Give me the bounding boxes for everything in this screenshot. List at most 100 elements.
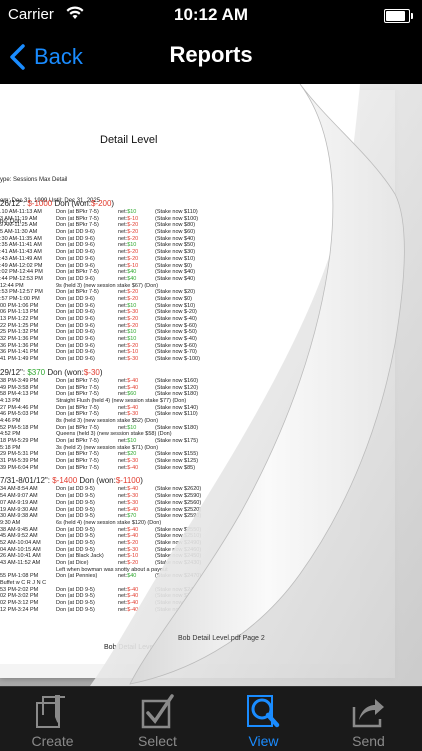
document-title: Detail Level <box>100 134 158 146</box>
net-value: $-40 <box>127 593 139 600</box>
cell-seat: Don (at DD 9-6) <box>56 329 95 336</box>
section-who: Don (won: <box>54 199 91 208</box>
cell-time: 38 PM-3:49 PM <box>0 377 39 384</box>
cell-net: net:$10 <box>118 329 137 336</box>
cell-net: net:$-30 <box>118 546 139 553</box>
cell-net: net:$-20 <box>118 222 139 229</box>
table-row: 4:13 PM Straight Flush (held 4) (new sess… <box>0 398 360 405</box>
cell-net: net:$-40 <box>118 506 139 513</box>
net-value: $10 <box>127 242 137 249</box>
table-row: :30 AM-11:35 AM Don (at DD 9-6) net:$-20 (S… <box>0 236 360 243</box>
net-value: $-20 <box>127 560 139 566</box>
net-value: $-40 <box>127 586 139 593</box>
cell-seat: Don (at DD 9-6) <box>56 316 95 322</box>
net-value: $10 <box>127 302 137 309</box>
table-row: 02 PM-3:12 PM Don (at DD 9-5) net:$-40 (Sta… <box>0 600 360 607</box>
table-row: 29 PM-5:31 PM Don (at BPkr 7-5) net:$20 (St… <box>0 451 360 458</box>
cell-seat: Don (at DD 9-5) <box>56 486 95 493</box>
cell-seat: Don (at BPkr 7-5) <box>56 215 99 222</box>
cell-net: net:$10 <box>118 302 137 309</box>
cell-seat: Don (at DD 9-5) <box>56 593 95 600</box>
net-value: $-40 <box>127 606 139 613</box>
cell-seat: Don (at DD 9-6) <box>56 235 95 242</box>
table-row: 32 PM-1:36 PM Don (at DD 9-6) net:$10 (Stak… <box>0 336 360 343</box>
table-row: :02 PM-12:44 PM Don (at BPkr 7-5) net:$40 (… <box>0 269 360 276</box>
tab-select[interactable]: Select <box>105 687 210 751</box>
net-value: $10 <box>127 209 137 215</box>
pdf-page-1[interactable]: Detail Level ype: Sessions Max Detail om… <box>0 84 360 664</box>
table-row: 12 PM-3:24 PM Don (at DD 9-5) net:$-40 (Sta… <box>0 607 360 614</box>
tab-view[interactable]: View <box>211 687 316 751</box>
cell-time: 36 PM-1:41 PM <box>0 349 39 356</box>
cell-note: (Stake now $110) <box>155 209 198 215</box>
cell-note: (Stake now $2620) <box>155 486 202 493</box>
table-row: 38 AM-9:45 AM Don (at DD 9-5) net:$-40 (Sta… <box>0 527 360 534</box>
cell-note: (Stake now $20) <box>155 289 196 296</box>
cell-time: 19 AM-9:30 AM <box>0 506 38 513</box>
cell-time: :49 AM-12:02 PM <box>0 262 43 269</box>
cell-seat: Don (at BPkr 7-5) <box>56 377 99 384</box>
cell-seat: Don (at DD 9-5) <box>56 533 95 540</box>
cell-time: :57 PM-1:00 PM <box>0 295 40 302</box>
table-row: 27 PM-4:46 PM Don (at BPkr 7-5) net:$-40 (S… <box>0 405 360 412</box>
table-row: :57 PM-1:00 PM Don (at DD 9-6) net:$-20 (St… <box>0 296 360 303</box>
tab-create[interactable]: Create <box>0 687 105 751</box>
cell-time: 52 PM-5:18 PM <box>0 424 39 431</box>
cell-note: (Stake now $30) <box>155 249 196 256</box>
table-row: 18 PM-5:29 PM Don (at BPkr 7-5) net:$10 (St… <box>0 438 360 445</box>
cell-net: net:$-20 <box>118 235 139 242</box>
cell-time: 13 PM-1:22 PM <box>0 316 39 322</box>
tab-send[interactable]: Send <box>316 687 421 751</box>
cell-note: (Stake now $-60) <box>155 342 197 349</box>
section-header: 26/12": $-1000 Don (won:$-200) <box>0 199 360 208</box>
cell-time: 12 PM-3:24 PM <box>0 606 39 613</box>
cell-time: 39 PM-6:04 PM <box>0 464 39 471</box>
table-row: 55 PM-1:08 PM Don (at Pennies) net:$40 (Sta… <box>0 573 360 580</box>
table-row: :44 PM-12:53 PM Don (at DD 9-6) net:$40 (St… <box>0 276 360 283</box>
cell-note: (Stake now $2350) <box>155 600 202 607</box>
cell-note: (Stake now $175) <box>155 438 199 444</box>
pdf-viewer[interactable]: Detail Level ype: Sessions Max Detail om… <box>0 84 422 686</box>
cell-net: net:$10 <box>118 336 137 343</box>
net-value: $-20 <box>127 222 139 229</box>
table-row: 41 PM-1:49 PM Don (at DD 9-6) net:$-30 (Sta… <box>0 356 360 363</box>
cell-note: (Stake now $-100) <box>155 356 200 363</box>
net-value: $-10 <box>127 215 139 222</box>
cell-time: 9:30 AM <box>0 519 21 526</box>
report-sections: 26/12": $-1000 Don (won:$-200) .10 AM-11:… <box>0 194 360 614</box>
cell-note: (Stake now $160) <box>155 377 199 384</box>
cell-net: net:$-40 <box>118 464 139 471</box>
net-value: $-30 <box>127 493 139 500</box>
cell-seat: Don (at BPkr 7-5) <box>56 438 99 444</box>
cell-seat: 9s (held 3) (new session stake $67) (Don… <box>56 282 159 289</box>
table-row: 58 PM-4:13 PM Don (at BPkr 7-5) net:$60 (St… <box>0 391 360 398</box>
cell-net: net:$-30 <box>118 309 139 316</box>
cell-note: (Stake now $-50) <box>155 329 197 336</box>
cell-net: net:$10 <box>118 438 137 444</box>
cell-net: net:$-10 <box>118 215 139 222</box>
checkbox-icon <box>141 694 174 729</box>
table-row: 22 PM-1:25 PM Don (at DD 9-6) net:$-20 (Sta… <box>0 323 360 330</box>
net-value: $-20 <box>127 289 139 296</box>
share-icon <box>352 699 384 728</box>
cell-net: net:$40 <box>118 573 137 580</box>
cell-time: :53 PM-12:57 PM <box>0 289 43 296</box>
cell-net: net:$-40 <box>118 384 139 391</box>
net-value: $-20 <box>127 249 139 256</box>
section-header: 7/31-8/01/12": $-1400 Don (won:$-1100) <box>0 476 360 485</box>
cell-note: (Stake now $-40) <box>155 336 197 343</box>
cell-seat: Don (at BPkr 7-5) <box>56 458 99 465</box>
table-row: 36 PM-1:36 PM Don (at DD 9-6) net:$-20 (Sta… <box>0 343 360 350</box>
cell-net: net:$10 <box>118 209 137 215</box>
section-won: $-1100 <box>115 476 141 486</box>
tab-label: Send <box>352 733 385 749</box>
net-value: $-40 <box>127 464 139 471</box>
tab-label: Create <box>31 733 74 749</box>
cell-note: (Stake now $50) <box>155 242 196 249</box>
table-row: 9:30 AM 6s (held 4) (new session stake $1… <box>0 520 360 527</box>
cell-net: net:$-10 <box>118 349 139 356</box>
cell-net: net:$-20 <box>118 249 139 256</box>
net-value: $-20 <box>127 342 139 349</box>
cell-time: 46 PM-5:03 PM <box>0 411 39 418</box>
status-bar: Carrier 10:12 AM <box>0 0 422 30</box>
